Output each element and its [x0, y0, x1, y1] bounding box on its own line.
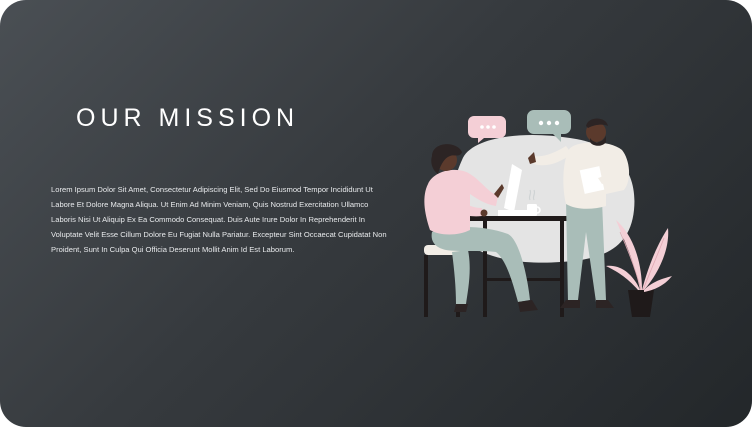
page-title: OUR MISSION [76, 104, 300, 132]
meeting-illustration [424, 110, 672, 317]
mission-text: Lorem Ipsum Dolor Sit Amet, Consectetur … [51, 185, 387, 254]
slide: OUR MISSION Lorem Ipsum Dolor Sit Amet, … [0, 0, 752, 427]
